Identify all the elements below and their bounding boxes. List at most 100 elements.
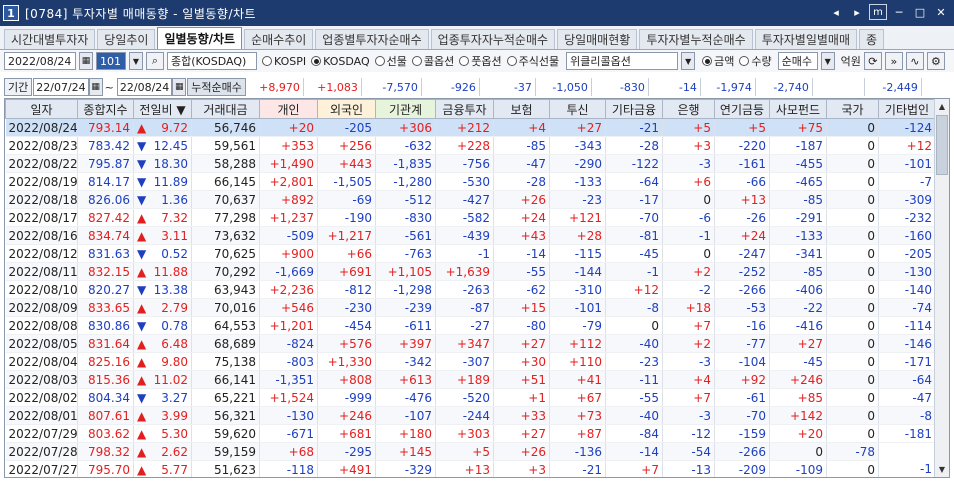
tab-item[interactable]: 당일매매현황 bbox=[557, 29, 638, 49]
table-row[interactable]: 2022/08/09 833.65 ▲ 2.79 70,016 +546 -230 -239-… bbox=[5, 298, 936, 317]
calendar-icon[interactable]: ▦ bbox=[172, 78, 187, 96]
radio-dot-icon[interactable] bbox=[702, 56, 713, 66]
chevron-down-icon[interactable]: ▼ bbox=[681, 52, 696, 70]
market-radio[interactable]: KOSPI bbox=[262, 53, 306, 69]
table-row[interactable]: 2022/08/11 832.15 ▲ 11.88 70,292 -1,669 +691 +1… bbox=[5, 262, 936, 281]
chevron-down-icon[interactable]: ▼ bbox=[820, 52, 835, 70]
column-header[interactable]: 투신 bbox=[549, 99, 606, 119]
table-row[interactable]: 2022/08/19 814.17 ▼ 11.89 66,145 +2,801 -1,505… bbox=[5, 172, 936, 191]
refresh-icon[interactable]: ⟳ bbox=[863, 52, 882, 70]
table-row[interactable]: 2022/08/10 820.27 ▼ 13.38 63,943 +2,236 -812 -1… bbox=[5, 280, 936, 299]
net-buy-cell: -21 bbox=[605, 118, 663, 137]
tab-item[interactable]: 일별동향/차트 bbox=[157, 27, 243, 49]
close-icon[interactable]: ✕ bbox=[932, 4, 950, 20]
market-radio[interactable]: 콜옵션 bbox=[411, 53, 454, 69]
tab-item[interactable]: 당일추이 bbox=[97, 29, 156, 49]
net-buy-cell: +2,801 bbox=[259, 172, 318, 191]
table-row[interactable]: 2022/07/28 798.32 ▲ 2.62 59,159 +68 -295 +145 +5… bbox=[5, 442, 936, 461]
index-cell: 825.16 bbox=[77, 352, 134, 371]
date-field[interactable]: 2022/08/24 bbox=[4, 52, 76, 70]
link-icon[interactable]: ◂ bbox=[827, 4, 845, 20]
scroll-down-icon[interactable]: ▼ bbox=[935, 462, 949, 477]
table-row[interactable]: 2022/08/24 793.14 ▲ 9.72 56,746 +20 -205 +306 +2… bbox=[5, 118, 936, 137]
tab-item[interactable]: 업종투자자누적순매수 bbox=[430, 29, 556, 49]
column-header[interactable]: 거래대금 bbox=[191, 99, 260, 119]
table-row[interactable]: 2022/07/27 795.70 ▲ 5.77 51,623 -118 +491 -329 +… bbox=[5, 460, 936, 477]
net-buy-cell: -465 bbox=[769, 172, 827, 191]
table-row[interactable]: 2022/08/23 783.42 ▼ 12.45 59,561 +353 +256 -632… bbox=[5, 136, 936, 155]
sort-select[interactable]: 순매수 bbox=[777, 52, 818, 70]
amount-radio[interactable]: 수량 bbox=[739, 53, 772, 69]
column-header[interactable]: 종합지수 bbox=[77, 99, 134, 119]
table-row[interactable]: 2022/08/01 807.61 ▲ 3.99 56,321 -130 +246 -107-… bbox=[5, 406, 936, 425]
table-row[interactable]: 2022/08/18 826.06 ▼ 1.36 70,637 +892 -69 -512 -4… bbox=[5, 190, 936, 209]
radio-dot-icon[interactable] bbox=[459, 56, 470, 66]
arrow-right-icon[interactable]: ▸ bbox=[848, 4, 866, 20]
column-header[interactable]: 금융투자 bbox=[435, 99, 494, 119]
table-row[interactable]: 2022/07/29 803.62 ▲ 5.30 59,620 -671 +681 +180 +… bbox=[5, 424, 936, 443]
scroll-thumb[interactable] bbox=[936, 115, 948, 175]
table-row[interactable]: 2022/08/08 830.86 ▼ 0.78 64,553 +1,201 -454 -61… bbox=[5, 316, 936, 335]
tab-item[interactable]: 종 bbox=[859, 29, 885, 49]
column-header[interactable]: 국가 bbox=[826, 99, 879, 119]
next-page-icon[interactable]: » bbox=[884, 52, 903, 70]
column-header[interactable]: 은행 bbox=[662, 99, 715, 119]
net-buy-cell: -140 bbox=[878, 280, 936, 299]
tab-item[interactable]: 시간대별투자자 bbox=[4, 29, 96, 49]
column-header[interactable]: 보험 bbox=[493, 99, 550, 119]
net-buy-cell: +27 bbox=[493, 424, 550, 443]
calendar-icon[interactable]: ▦ bbox=[79, 52, 93, 70]
code-field[interactable]: 101 bbox=[96, 52, 126, 70]
column-header[interactable]: 사모펀드 bbox=[769, 99, 827, 119]
search-icon[interactable]: ⌕ bbox=[146, 52, 164, 70]
maximize-icon[interactable]: □ bbox=[911, 4, 929, 20]
column-header[interactable]: 기관계 bbox=[375, 99, 436, 119]
table-row[interactable]: 2022/08/05 831.64 ▲ 6.48 68,689 -824 +576 +397 +… bbox=[5, 334, 936, 353]
market-radio[interactable]: 선물 bbox=[374, 53, 407, 69]
market-radio[interactable]: KOSDAQ bbox=[311, 53, 370, 69]
column-header[interactable]: 일자 bbox=[5, 99, 78, 119]
table-row[interactable]: 2022/08/16 834.74 ▲ 3.11 73,632 -509 +1,217 -56… bbox=[5, 226, 936, 245]
market-radio[interactable]: 풋옵션 bbox=[459, 53, 502, 69]
net-buy-cell: +2 bbox=[662, 334, 715, 353]
radio-dot-icon[interactable] bbox=[311, 56, 322, 66]
market-radio[interactable]: 주식선물 bbox=[506, 53, 559, 69]
to-date-field[interactable]: 22/08/24 bbox=[116, 78, 173, 96]
tab-item[interactable]: 순매수추이 bbox=[244, 29, 314, 49]
column-header[interactable]: 기타금융 bbox=[605, 99, 663, 119]
weekly-option-select[interactable]: 위클리콜옵션 bbox=[566, 52, 679, 70]
window-controls: ◂ ▸ m ─ □ ✕ bbox=[827, 4, 950, 20]
table-row[interactable]: 2022/08/03 815.36 ▲ 11.02 66,141 -1,351 +808 +6… bbox=[5, 370, 936, 389]
table-row[interactable]: 2022/08/12 831.63 ▼ 0.52 70,625 +900 +66 -763 -1… bbox=[5, 244, 936, 263]
net-buy-cell: -3 bbox=[662, 352, 715, 371]
table-row[interactable]: 2022/08/04 825.16 ▲ 9.80 75,138 -803 +1,330 -34… bbox=[5, 352, 936, 371]
net-buy-cell: +27 bbox=[493, 334, 550, 353]
table-row[interactable]: 2022/08/22 795.87 ▼ 18.30 58,288 +1,490 +443 -1… bbox=[5, 154, 936, 173]
scroll-up-icon[interactable]: ▲ bbox=[935, 99, 949, 114]
amount-radio[interactable]: 금액 bbox=[702, 53, 734, 69]
vertical-scrollbar[interactable]: ▲ ▼ bbox=[934, 99, 949, 477]
radio-dot-icon[interactable] bbox=[739, 56, 750, 66]
tab-item[interactable]: 투자자별누적순매수 bbox=[639, 29, 753, 49]
column-header[interactable]: 전일비 ▼ bbox=[133, 99, 192, 119]
menu-icon[interactable]: m bbox=[869, 4, 887, 20]
net-buy-cell: -8 bbox=[605, 298, 663, 317]
tab-item[interactable]: 업종별투자자순매수 bbox=[315, 29, 429, 49]
table-row[interactable]: 2022/08/17 827.42 ▲ 7.32 77,298 +1,237 -190 -83… bbox=[5, 208, 936, 227]
minimize-icon[interactable]: ─ bbox=[890, 4, 908, 20]
column-header[interactable]: 개인 bbox=[259, 99, 318, 119]
chart-icon[interactable]: ∿ bbox=[905, 52, 924, 70]
settings-icon[interactable]: ⚙ bbox=[926, 52, 945, 70]
radio-dot-icon[interactable] bbox=[506, 56, 517, 66]
radio-dot-icon[interactable] bbox=[374, 56, 385, 66]
from-date-field[interactable]: 22/07/24 bbox=[33, 78, 89, 96]
radio-dot-icon[interactable] bbox=[262, 56, 272, 66]
column-header[interactable]: 외국인 bbox=[317, 99, 376, 119]
column-header[interactable]: 기타법인 bbox=[878, 99, 936, 119]
table-row[interactable]: 2022/08/02 804.34 ▼ 3.27 65,221 +1,524 -999 -47… bbox=[5, 388, 936, 407]
tab-item[interactable]: 투자자별일별매매 bbox=[754, 29, 858, 49]
column-header[interactable]: 연기금등 bbox=[714, 99, 770, 119]
chevron-down-icon[interactable]: ▼ bbox=[129, 52, 143, 70]
radio-dot-icon[interactable] bbox=[411, 56, 422, 66]
calendar-icon[interactable]: ▦ bbox=[88, 78, 103, 96]
